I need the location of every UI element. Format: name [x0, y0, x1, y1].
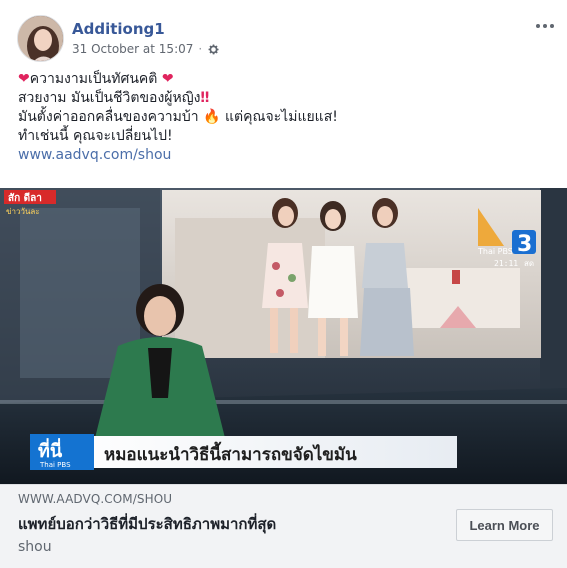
preview-domain: WWW.AADVQ.COM/SHOU [18, 492, 173, 506]
author-avatar[interactable] [17, 15, 64, 62]
preview-title[interactable]: แพทย์บอกว่าวิธีที่มีประสิทธิภาพมากที่สุด [18, 512, 276, 536]
heart-icon: ❤ [18, 71, 30, 87]
svg-text:ข่าววันละ: ข่าววันละ [6, 207, 40, 216]
fire-icon: 🔥 [203, 109, 221, 125]
more-options-icon[interactable] [533, 14, 557, 38]
svg-text:21:11: 21:11 [494, 259, 518, 268]
learn-more-button[interactable]: Learn More [456, 509, 553, 541]
avatar-image [18, 16, 63, 61]
message-line-2: สวยงาม มันเป็นชีวิตของผู้หญิง‼ [18, 90, 210, 106]
svg-text:3: 3 [517, 232, 532, 257]
post-timestamp[interactable]: 31 October at 15:07 [72, 42, 193, 56]
post-image[interactable]: Thai PBS 3 21:11 สด สัก ดีลา ข่าววันละ ท… [0, 188, 567, 484]
meta-separator: · [198, 42, 203, 56]
message-line-1: ❤ความงามเป็นทัศนคติ ❤ [18, 71, 174, 87]
headline-text: หมอแนะนำวิธีนี้สามารถขจัดไขมัน [104, 441, 357, 465]
link-preview[interactable]: WWW.AADVQ.COM/SHOU แพทย์บอกว่าวิธีที่มีป… [0, 484, 567, 568]
double-exclamation-icon: ‼ [200, 90, 210, 106]
svg-text:สด: สด [524, 259, 534, 268]
gear-icon[interactable] [207, 43, 220, 56]
preview-description: shou [18, 539, 52, 555]
post-meta: 31 October at 15:07 · [72, 42, 220, 56]
message-link[interactable]: www.aadvq.com/shou [18, 147, 171, 163]
news-broadcast-image: Thai PBS 3 21:11 สด สัก ดีลา ข่าววันละ ท… [0, 188, 567, 484]
svg-text:Thai PBS: Thai PBS [477, 247, 513, 256]
message-line-4: ทำเช่นนี้ คุณจะเปลี่ยนไป! [18, 128, 173, 144]
svg-text:สัก ดีลา: สัก ดีลา [8, 192, 42, 204]
facebook-post: Additiong1 31 October at 15:07 · ❤ความงา… [0, 0, 567, 568]
post-message: ❤ความงามเป็นทัศนคติ ❤ สวยงาม มันเป็นชีวิ… [18, 70, 558, 165]
post-header: Additiong1 31 October at 15:07 · [0, 0, 567, 70]
svg-text:Thai PBS: Thai PBS [39, 461, 71, 469]
author-name[interactable]: Additiong1 [72, 20, 165, 38]
message-line-3: มันตั้งค่าออกคลื่นของความบ้า 🔥 แต่คุณจะไ… [18, 109, 338, 125]
svg-text:ที่นี่: ที่นี่ [38, 438, 63, 462]
lower-third: ที่นี่ Thai PBS หมอแนะนำวิธีนี้สามารถขจั… [30, 434, 457, 470]
heart-icon: ❤ [161, 71, 174, 87]
